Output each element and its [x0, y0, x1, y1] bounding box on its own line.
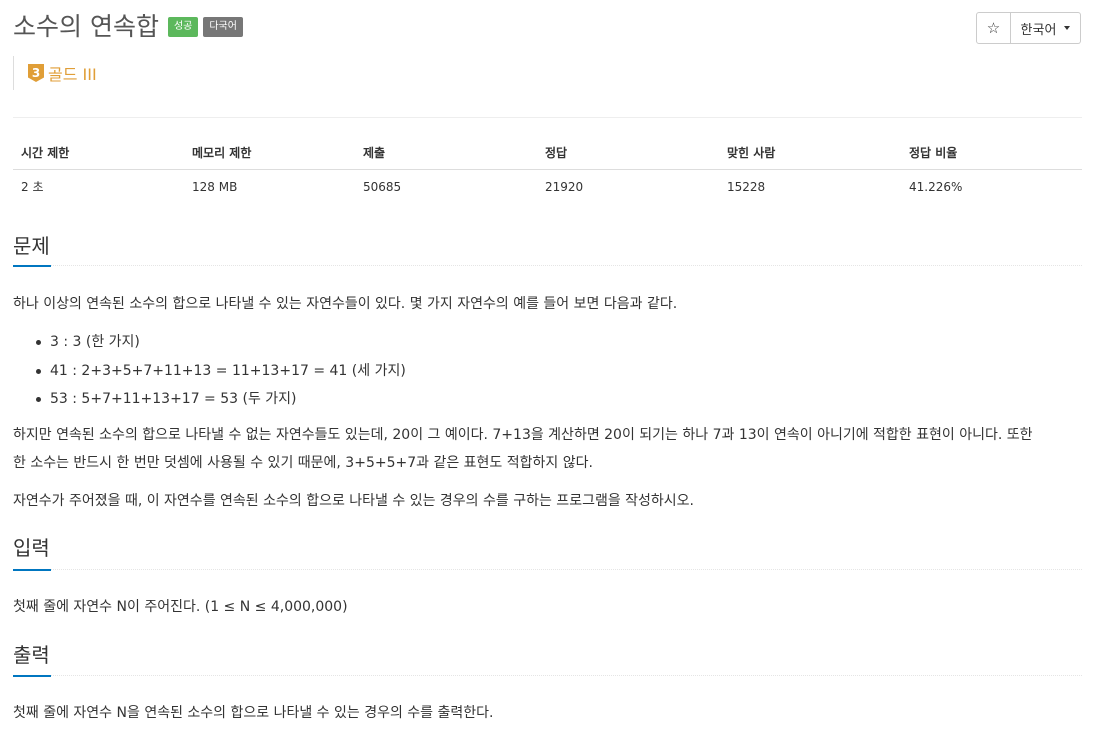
- tier-icon: 3: [28, 64, 44, 82]
- submissions-value[interactable]: 50685: [355, 170, 537, 204]
- list-item: 53 : 5+7+11+13+17 = 53 (두 가지): [36, 385, 406, 414]
- problem-paragraph-3: 자연수가 주어졌을 때, 이 자연수를 연속된 소수의 합으로 나타낼 수 있는…: [13, 493, 695, 509]
- caret-down-icon: [1064, 26, 1071, 30]
- problem-paragraph-2-line-2: 한 소수는 반드시 한 번만 덧셈에 사용될 수 있기 때문에, 3+5+5+7…: [13, 455, 593, 471]
- problem-heading: 문제: [13, 234, 50, 258]
- toolbar: ☆ 한국어: [976, 12, 1081, 44]
- accepted-header: 정답: [537, 136, 719, 170]
- accept-ratio-header: 정답 비율: [901, 136, 1082, 170]
- language-dropdown[interactable]: 한국어: [1011, 12, 1081, 44]
- solved-users-value[interactable]: 15228: [719, 170, 901, 204]
- problem-title: 소수의 연속합: [13, 12, 159, 41]
- tier-info: 3 골드 III: [13, 56, 97, 90]
- submissions-header: 제출: [355, 136, 537, 170]
- table-header-row: 시간 제한 메모리 제한 제출 정답 맞힌 사람 정답 비율: [13, 136, 1082, 170]
- multilang-badge: 다국어: [203, 17, 243, 37]
- output-heading: 출력: [13, 643, 50, 667]
- section-divider: [13, 675, 1082, 677]
- time-limit-value: 2 초: [21, 180, 44, 194]
- problem-info-table: 시간 제한 메모리 제한 제출 정답 맞힌 사람 정답 비율 2 초 128 M…: [13, 136, 1082, 203]
- section-divider: [13, 265, 1082, 267]
- time-limit-header: 시간 제한: [13, 136, 184, 170]
- output-description: 첫째 줄에 자연수 N을 연속된 소수의 합으로 나타낼 수 있는 경우의 수를…: [13, 705, 494, 721]
- solved-users-header: 맞힌 사람: [719, 136, 901, 170]
- list-item: 41 : 2+3+5+7+11+13 = 11+13+17 = 41 (세 가지…: [36, 357, 406, 386]
- accept-ratio-value: 41.226%: [909, 179, 963, 194]
- input-description: 첫째 줄에 자연수 N이 주어진다. (1 ≤ N ≤ 4,000,000): [13, 599, 348, 615]
- section-divider: [13, 569, 1082, 571]
- example-list: 3 : 3 (한 가지) 41 : 2+3+5+7+11+13 = 11+13+…: [36, 328, 406, 414]
- problem-paragraph-2-line-1: 하지만 연속된 소수의 합으로 나타낼 수 없는 자연수들도 있는데, 20이 …: [13, 427, 1033, 443]
- section-underline: [13, 265, 51, 267]
- title-row: 소수의 연속합 성공 다국어: [13, 10, 243, 44]
- problem-intro: 하나 이상의 연속된 소수의 합으로 나타낼 수 있는 자연수들이 있다. 몇 …: [13, 296, 678, 312]
- accepted-value[interactable]: 21920: [537, 170, 719, 204]
- memory-limit-value: 128 MB: [192, 179, 238, 194]
- list-item: 3 : 3 (한 가지): [36, 328, 406, 357]
- status-badge-success: 성공: [167, 17, 199, 37]
- language-label: 한국어: [1020, 22, 1057, 38]
- divider: [13, 117, 1082, 118]
- section-underline: [13, 675, 51, 677]
- favorite-button[interactable]: ☆: [976, 12, 1011, 44]
- tier-label[interactable]: 골드 III: [48, 61, 97, 85]
- table-row: 2 초 128 MB 50685 21920 15228 41.226%: [13, 170, 1082, 204]
- section-underline: [13, 569, 51, 571]
- star-icon: ☆: [986, 19, 1001, 37]
- memory-limit-header: 메모리 제한: [184, 136, 355, 170]
- input-heading: 입력: [13, 536, 50, 560]
